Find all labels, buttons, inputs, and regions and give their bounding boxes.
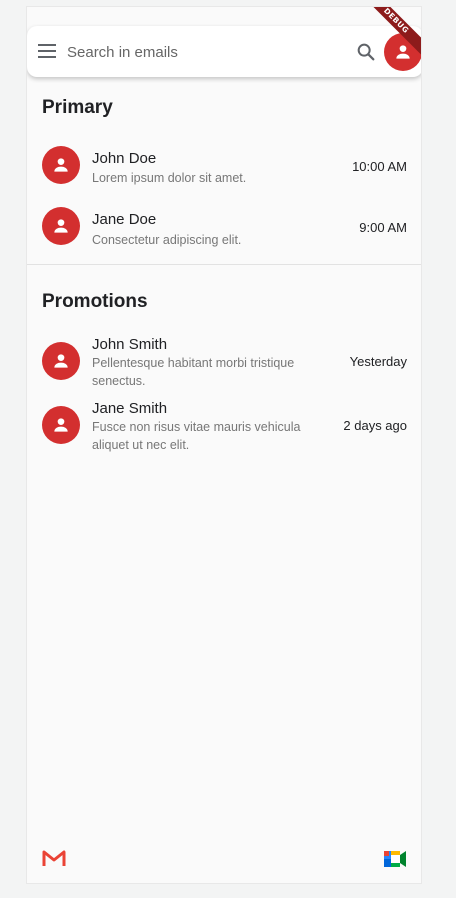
email-sender: Jane Smith: [92, 400, 168, 417]
email-time: 2 days ago: [343, 418, 407, 433]
email-item[interactable]: Jane Doe Consectetur adipiscing elit. 9:…: [27, 200, 421, 256]
person-icon: [54, 354, 68, 368]
sender-avatar: [42, 146, 80, 184]
section-title-primary: Primary: [42, 97, 113, 118]
sender-avatar: [42, 406, 80, 444]
sender-avatar: [42, 342, 80, 380]
email-item[interactable]: Jane Smith Fusce non risus vitae mauris …: [27, 398, 421, 458]
email-sender: Jane Doe: [92, 211, 157, 228]
search-icon[interactable]: [355, 41, 377, 63]
email-item[interactable]: John Smith Pellentesque habitant morbi t…: [27, 334, 421, 394]
search-bar: [27, 26, 421, 77]
google-meet-icon[interactable]: [383, 849, 407, 869]
email-item[interactable]: John Doe Lorem ipsum dolor sit amet. 10:…: [27, 139, 421, 195]
email-snippet: Pellentesque habitant morbi tristique se…: [92, 356, 295, 388]
gmail-icon[interactable]: [42, 849, 66, 867]
email-sender: John Smith: [92, 336, 168, 353]
email-sender: John Doe: [92, 150, 157, 167]
person-icon: [54, 158, 68, 172]
email-snippet: Fusce non risus vitae mauris vehicula al…: [92, 420, 301, 452]
menu-icon[interactable]: [38, 44, 56, 58]
section-title-promotions: Promotions: [42, 291, 148, 312]
person-icon: [54, 418, 68, 432]
email-time: 9:00 AM: [359, 220, 407, 235]
search-input[interactable]: [65, 38, 339, 67]
email-time: Yesterday: [349, 354, 407, 369]
email-snippet: Consectetur adipiscing elit.: [92, 233, 242, 247]
section-divider: [27, 264, 421, 265]
sender-avatar: [42, 207, 80, 245]
email-time: 10:00 AM: [352, 159, 407, 174]
person-icon: [396, 45, 410, 59]
email-snippet: Lorem ipsum dolor sit amet.: [92, 171, 247, 185]
app-screen: DEBUG Primary John Doe Lorem ipsum dolor…: [26, 6, 422, 884]
person-icon: [54, 219, 68, 233]
